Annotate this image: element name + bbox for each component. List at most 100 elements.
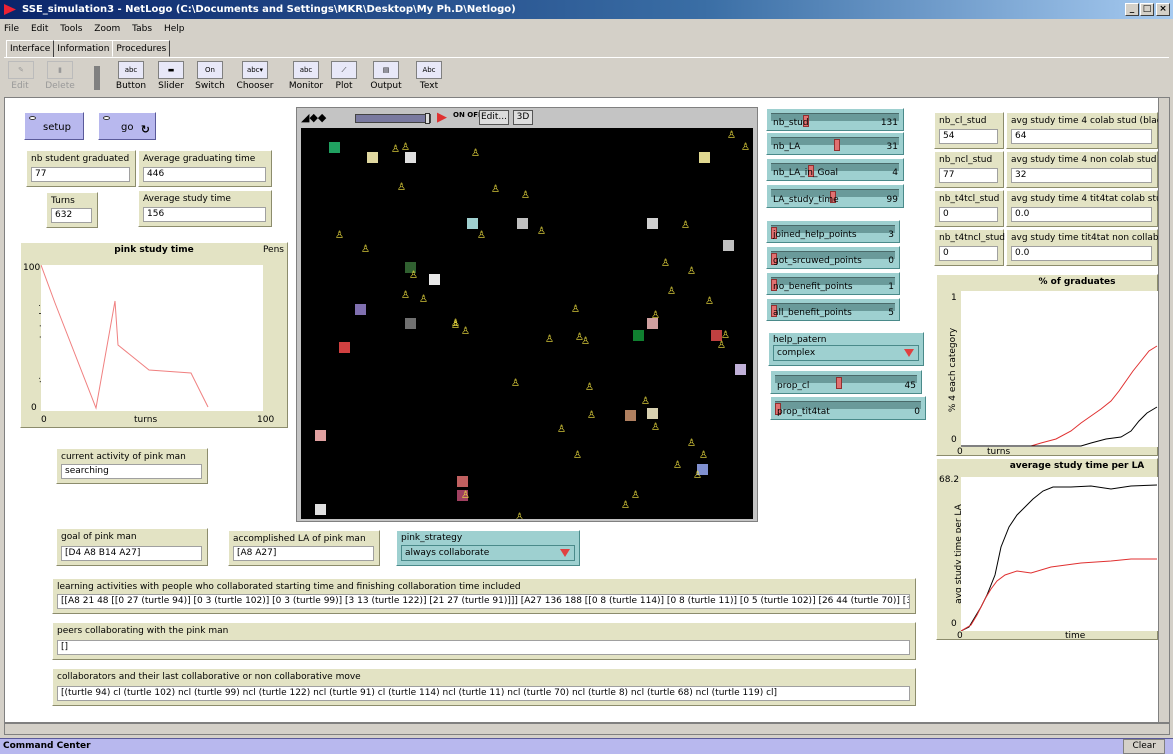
learning-activity-patch	[625, 410, 636, 421]
slider-icon: ▬	[158, 61, 184, 79]
menu-tools[interactable]: Tools	[60, 24, 82, 34]
dropdown-arrow-icon	[904, 349, 914, 357]
add-monitor-tool[interactable]: abc Monitor	[286, 60, 326, 96]
slider-nb-la-in-goal[interactable]: nb_LA_in_Goal 4	[766, 158, 904, 181]
slider-no-benefit-points[interactable]: no_benefit_points 1	[766, 272, 900, 295]
student-turtle: ♙	[687, 438, 696, 449]
chooser-help-patern[interactable]: help_patern complex	[768, 332, 924, 366]
tab-interface[interactable]: Interface	[6, 40, 55, 58]
menu-tabs[interactable]: Tabs	[132, 24, 152, 34]
student-turtle: ♙	[687, 266, 696, 277]
plot-pink-study-time[interactable]: pink study time Pens 100 0 0 turns 100 t…	[20, 242, 288, 428]
button-icon: abc	[118, 61, 144, 79]
learning-activity-patch	[405, 318, 416, 329]
close-button[interactable]: ×	[1156, 3, 1170, 16]
student-turtle: ♙	[491, 184, 500, 195]
learning-activity-patch	[429, 274, 440, 285]
add-button-tool[interactable]: abc Button	[112, 60, 150, 96]
monitor-nb-graduated: nb student graduated 77	[26, 150, 136, 187]
monitor-nb-cl-stud: nb_cl_stud 54	[934, 112, 1004, 149]
setup-button[interactable]: setup	[24, 112, 84, 140]
add-text-tool[interactable]: Abc Text	[414, 60, 444, 96]
command-center-bar[interactable]: Command Center Clear	[0, 738, 1173, 754]
slider-prop-tit4tat[interactable]: prop_tit4tat 0	[770, 396, 926, 420]
add-slider-tool[interactable]: ▬ Slider	[156, 60, 186, 96]
menu-file[interactable]: File	[4, 24, 19, 34]
slider-all-benefit-points[interactable]: all_benefit_points 5	[766, 298, 900, 321]
turtle-layer: ♙ ♙ ♙ ♙ ♙ ♙ ♙ ♙ ♙ ♙ ♙ ♙ ♙ ♙ ♙ ♙ ♙ ♙ ♙ ♙ ♙ ♙ ♙ ♙ ♙ ♙ ♙ ♙ ♙ ♙ ♙ ♙ ♙ ♙ ♙ ♙ ♙ ♙ ♙ ♙…	[315, 130, 750, 519]
student-turtle: ♙	[511, 378, 520, 389]
monitor-avg-graduating-time: Average graduating time 446	[138, 150, 272, 187]
view-edit-button[interactable]: Edit...	[479, 110, 509, 125]
slider-prop-cl[interactable]: prop_cl 45	[770, 370, 922, 394]
text-icon: Abc	[416, 61, 442, 79]
student-turtle: ♙	[699, 450, 708, 461]
add-chooser-tool[interactable]: abc▾ Chooser	[234, 60, 276, 96]
learning-activity-patch	[339, 342, 350, 353]
slider-knob[interactable]	[836, 377, 843, 389]
speed-arrow-icon: ▶	[437, 110, 447, 125]
view-3d-button[interactable]: 3D	[513, 110, 533, 125]
plot-graduates[interactable]: % of graduates 1 0 0 turns % 4 each cate…	[936, 274, 1158, 457]
monitor-avg-t4t-noncolab: avg study time tit4tat non collab s 0.0	[1006, 229, 1166, 266]
eye-icon	[29, 116, 36, 120]
horizontal-scrollbar[interactable]	[4, 723, 1170, 735]
learning-activity-patch	[367, 152, 378, 163]
slider-nb-la[interactable]: nb_LA 31	[766, 132, 904, 155]
student-turtle: ♙	[651, 310, 660, 321]
chooser-pink-strategy[interactable]: pink_strategy always collaborate	[396, 530, 580, 566]
student-turtle: ♙	[361, 244, 370, 255]
student-turtle: ♙	[661, 258, 670, 269]
tab-procedures[interactable]: Procedures	[112, 40, 171, 57]
student-turtle: ♙	[401, 142, 410, 153]
world-canvas[interactable]: ♙ ♙ ♙ ♙ ♙ ♙ ♙ ♙ ♙ ♙ ♙ ♙ ♙ ♙ ♙ ♙ ♙ ♙ ♙ ♙ ♙ ♙ ♙ ♙ ♙ ♙ ♙ ♙ ♙ ♙ ♙ ♙ ♙ ♙ ♙ ♙ ♙ ♙ ♙ ♙…	[301, 128, 753, 519]
toolbar: ✎ Edit ▮ Delete abc Button ▬ Slider On Switch…	[4, 57, 1169, 97]
learning-activity-patch	[647, 218, 658, 229]
go-button[interactable]: go ↻	[98, 112, 156, 140]
add-plot-tool[interactable]: ⟋ Plot	[330, 60, 358, 96]
monitor-goal-pink: goal of pink man [D4 A8 B14 A27]	[56, 528, 208, 566]
tab-information[interactable]: Information	[53, 40, 114, 57]
student-turtle: ♙	[587, 410, 596, 421]
edit-tool-button[interactable]: ✎ Edit	[8, 60, 34, 96]
menu-zoom[interactable]: Zoom	[94, 24, 120, 34]
add-switch-tool[interactable]: On Switch	[192, 60, 228, 96]
clear-button[interactable]: Clear	[1123, 739, 1165, 754]
slider-knob[interactable]	[834, 139, 841, 151]
student-turtle: ♙	[641, 396, 650, 407]
add-output-tool[interactable]: ▤ Output	[368, 60, 404, 96]
delete-tool-button[interactable]: ▮ Delete	[40, 60, 80, 96]
world-view[interactable]: ◢◆◆ ▶ ON OFF Edit... 3D ♙ ♙ ♙ ♙ ♙ ♙ ♙ ♙ ♙ ♙ ♙ ♙ ♙ ♙ ♙ ♙…	[296, 107, 758, 522]
learning-activity-patch	[329, 142, 340, 153]
tab-strip: Interface Information Procedures	[6, 40, 171, 58]
student-turtle: ♙	[397, 182, 406, 193]
learning-activity-patch	[723, 240, 734, 251]
monitor-icon: abc	[293, 61, 319, 79]
minimize-button[interactable]: _	[1125, 3, 1139, 16]
learning-activity-patch	[647, 408, 658, 419]
slider-got-srcuwed-points[interactable]: got_srcuwed_points 0	[766, 246, 900, 269]
toolbar-separator	[94, 66, 100, 90]
student-turtle: ♙	[335, 230, 344, 241]
slider-la-study-time[interactable]: LA_study_time 99	[766, 184, 904, 208]
speed-slider[interactable]	[355, 113, 431, 124]
vertical-scrollbar[interactable]	[1158, 97, 1170, 723]
student-turtle: ♙	[477, 230, 486, 241]
slider-joined-help-points[interactable]: joined_help_points 3	[766, 220, 900, 243]
learning-activity-patch	[457, 476, 468, 487]
monitor-accomplished-la: accomplished LA of pink man [A8 A27]	[228, 530, 380, 566]
menu-help[interactable]: Help	[164, 24, 185, 34]
student-turtle: ♙	[419, 294, 428, 305]
monitor-learning-activities: learning activities with people who coll…	[52, 578, 916, 614]
student-turtle: ♙	[401, 290, 410, 301]
student-turtle: ♙	[651, 422, 660, 433]
slider-nb-stud[interactable]: nb_stud 131	[766, 108, 904, 131]
learning-activity-patch	[315, 430, 326, 441]
menu-edit[interactable]: Edit	[31, 24, 48, 34]
learning-activity-patch	[517, 218, 528, 229]
view-size-arrows-icon[interactable]: ◢◆◆	[301, 111, 326, 124]
plot-avg-study-time-per-la[interactable]: average study time per LA 68.2 0 0 time …	[936, 458, 1158, 641]
learning-activity-patch	[315, 504, 326, 515]
student-turtle: ♙	[681, 220, 690, 231]
maximize-button[interactable]: □	[1140, 3, 1154, 16]
